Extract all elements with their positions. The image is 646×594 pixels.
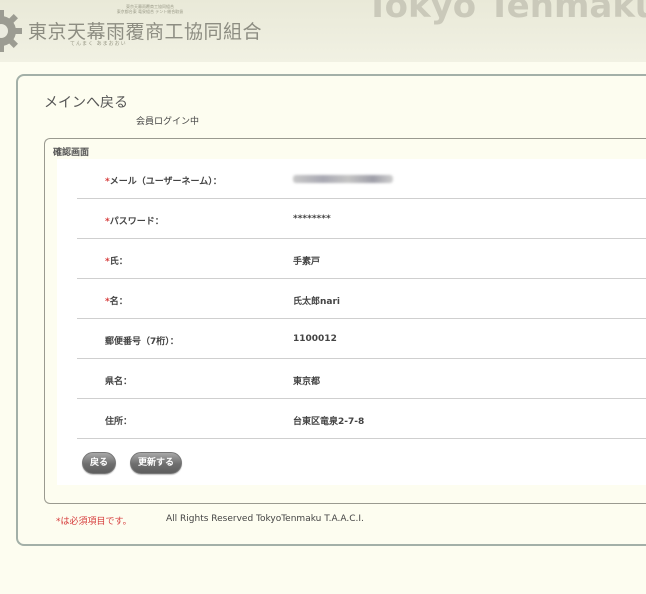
confirmation-fieldset: 確認画面 *メール（ユーザーネーム）： *パスワード： ******** *氏：… bbox=[44, 138, 646, 504]
field-value-email bbox=[293, 174, 393, 186]
logo-ruby: てんまく あまおおい bbox=[70, 41, 127, 47]
table-row-password: *パスワード： ******** bbox=[77, 199, 646, 239]
table-row-address: 住所： 台東区竜泉2-7-8 bbox=[77, 399, 646, 439]
back-button[interactable]: 戻る bbox=[82, 452, 116, 474]
field-label: *氏： bbox=[105, 257, 128, 267]
table-row-postal-code: 郵便番号（7桁）： 1100012 bbox=[77, 319, 646, 359]
table-row-last-name: *氏： 手素戸 bbox=[77, 239, 646, 279]
field-value-password: ******** bbox=[293, 214, 331, 224]
update-button[interactable]: 更新する bbox=[130, 452, 182, 474]
required-note: *は必須項目です。 bbox=[56, 517, 132, 527]
field-value-last-name: 手素戸 bbox=[293, 257, 321, 267]
fieldset-legend: 確認画面 bbox=[53, 148, 90, 158]
field-label: 郵便番号（7桁）： bbox=[105, 337, 179, 347]
field-value-first-name: 氏太郎nari bbox=[293, 297, 341, 307]
main-panel: メインへ戻る 会員ログイン中 確認画面 *メール（ユーザーネーム）： *パスワー… bbox=[16, 74, 646, 546]
field-label: *パスワード： bbox=[105, 217, 164, 227]
field-label: 県名： bbox=[105, 377, 133, 387]
field-label: 住所： bbox=[105, 417, 133, 427]
brand-title-english: Tokyo Tenmaku A bbox=[366, 0, 646, 26]
field-label: *メール（ユーザーネーム）： bbox=[105, 177, 222, 187]
copyright: All Rights Reserved TokyoTenmaku T.A.A.C… bbox=[166, 514, 364, 524]
logo-title[interactable]: 東京天幕雨覆商工協同組合 bbox=[28, 17, 262, 44]
blurred-email-value bbox=[293, 175, 393, 183]
field-value-prefecture: 東京都 bbox=[293, 377, 321, 387]
site-header: 東京天幕雨覆商工協同組合 東京都台東 竜泉組合 テント総合取扱 東京天幕雨覆商工… bbox=[0, 0, 646, 62]
table-row-first-name: *名： 氏太郎nari bbox=[77, 279, 646, 319]
login-status: 会員ログイン中 bbox=[136, 117, 200, 127]
back-to-main-link[interactable]: メインへ戻る bbox=[44, 92, 128, 112]
table-row-prefecture: 県名： 東京都 bbox=[77, 359, 646, 399]
field-value-postal-code: 1100012 bbox=[293, 334, 337, 344]
field-label: *名： bbox=[105, 297, 128, 307]
logo-subtext: 東京天幕雨覆商工協同組合 東京都台東 竜泉組合 テント総合取扱 bbox=[116, 4, 184, 14]
confirmation-table: *メール（ユーザーネーム）： *パスワード： ******** *氏： 手素戸 … bbox=[57, 159, 646, 485]
gear-logo-icon bbox=[0, 10, 22, 52]
field-value-address: 台東区竜泉2-7-8 bbox=[293, 417, 365, 427]
table-row-email: *メール（ユーザーネーム）： bbox=[77, 159, 646, 199]
